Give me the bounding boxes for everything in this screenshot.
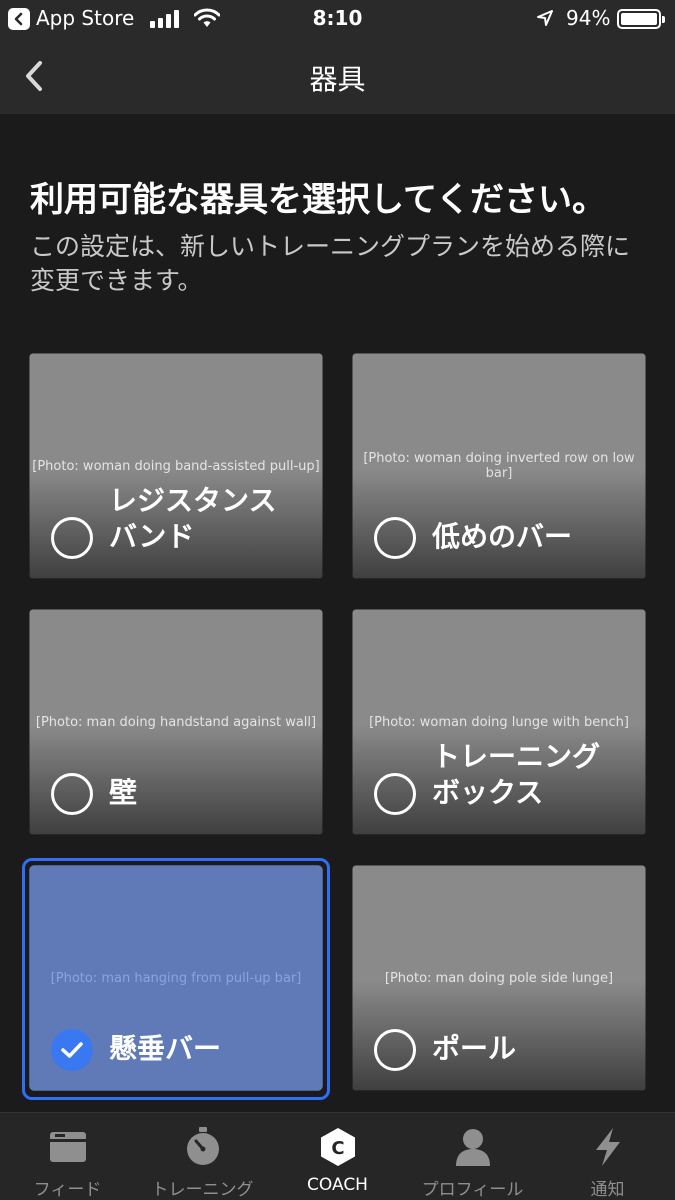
radio-unchecked-icon[interactable] — [51, 517, 93, 559]
stopwatch-icon — [186, 1127, 219, 1165]
equipment-card-training-box[interactable]: [Photo: woman doing lunge with bench] トレ… — [352, 609, 646, 835]
equipment-label: 壁 — [109, 776, 138, 809]
checkmark-icon[interactable] — [51, 1029, 93, 1071]
lightning-icon — [595, 1128, 620, 1166]
equipment-card-low-bar[interactable]: [Photo: woman doing inverted row on low … — [352, 353, 646, 579]
tab-notifications[interactable]: 通知 — [540, 1113, 675, 1200]
navigation-bar: 器具 — [0, 38, 675, 114]
equipment-card-wall[interactable]: [Photo: man doing handstand against wall… — [29, 609, 323, 835]
equipment-label: 低めのバー — [432, 520, 573, 553]
tab-bar: フィード トレーニング C COACH プロフィール 通知 — [0, 1112, 675, 1200]
profile-icon — [455, 1129, 490, 1166]
equipment-card-pull-up-bar[interactable]: [Photo: man hanging from pull-up bar] 懸垂… — [29, 865, 323, 1091]
battery-icon — [617, 9, 665, 29]
radio-unchecked-icon[interactable] — [374, 773, 416, 815]
equipment-card-pole[interactable]: [Photo: man doing pole side lunge] ポール — [352, 865, 646, 1091]
location-arrow-icon — [537, 10, 553, 26]
equipment-label: レジスタンス バンド — [109, 484, 277, 553]
equipment-label: トレーニング ボックス — [432, 740, 601, 809]
tab-label: プロフィール — [421, 1180, 524, 1200]
radio-unchecked-icon[interactable] — [374, 1029, 416, 1071]
coach-icon: C — [320, 1128, 355, 1166]
tab-label: フィード — [33, 1180, 102, 1200]
page-title: 器具 — [309, 63, 366, 96]
status-bar: App Store 8:10 94% — [0, 0, 675, 38]
section-heading: 利用可能な器具を選択してください。 — [30, 180, 606, 220]
svg-text:C: C — [331, 1138, 344, 1159]
tab-profile[interactable]: プロフィール — [405, 1113, 540, 1200]
tab-training[interactable]: トレーニング — [135, 1113, 270, 1200]
feed-icon — [49, 1132, 86, 1162]
section-description: この設定は、新しいトレーニングプランを始める際に変更できます。 — [30, 232, 631, 295]
equipment-label: ポール — [432, 1032, 517, 1065]
tab-feed[interactable]: フィード — [0, 1113, 135, 1200]
tab-label: COACH — [307, 1175, 368, 1195]
equipment-label: 懸垂バー — [109, 1032, 222, 1065]
tab-coach[interactable]: C COACH — [270, 1113, 405, 1200]
tab-label: 通知 — [590, 1180, 625, 1200]
tab-label: トレーニング — [151, 1180, 254, 1200]
radio-unchecked-icon[interactable] — [51, 773, 93, 815]
battery-percent: 94% — [566, 6, 611, 30]
radio-unchecked-icon[interactable] — [374, 517, 416, 559]
equipment-card-resistance-band[interactable]: [Photo: woman doing band-assisted pull-u… — [29, 353, 323, 579]
